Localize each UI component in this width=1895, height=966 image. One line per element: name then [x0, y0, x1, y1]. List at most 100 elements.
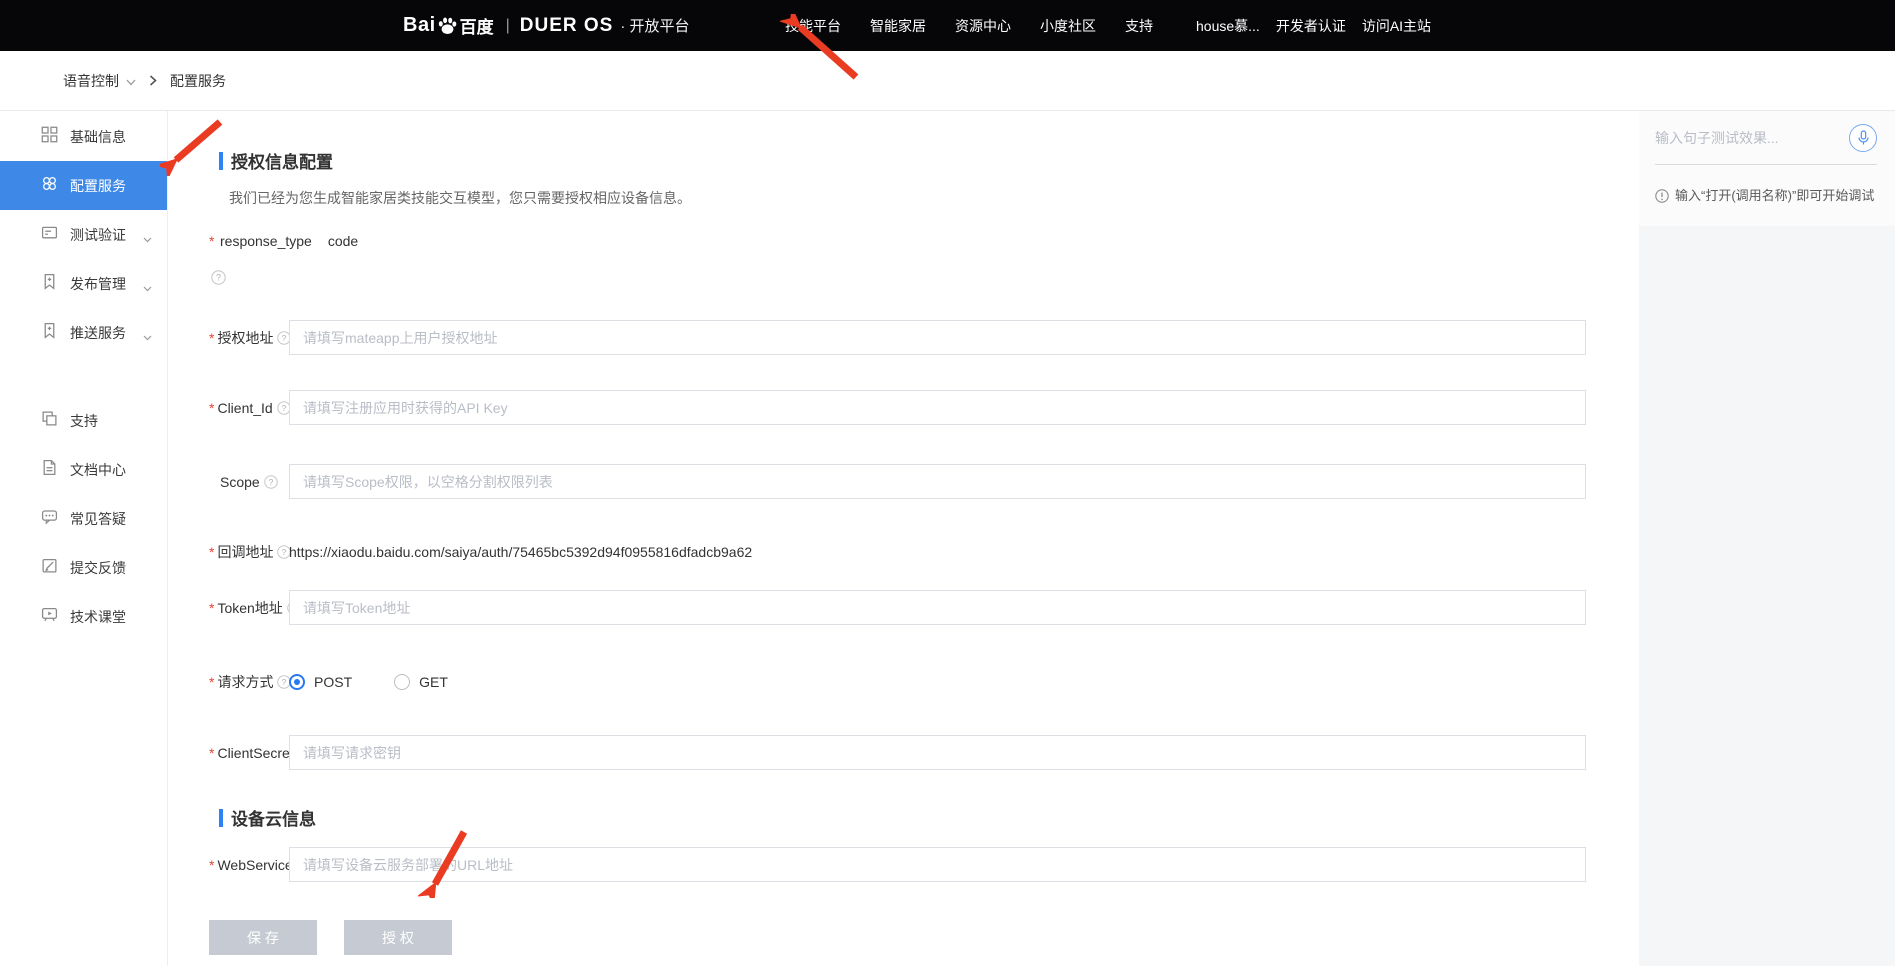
- top-nav-bar: Bai 百度 | DUER OS · 开放平台 技能平台 智能家居 资源中心 小…: [0, 0, 1895, 51]
- required-marker: *: [209, 330, 214, 346]
- test-panel-top: 输入“打开(调用名称)”即可开始调试: [1639, 111, 1895, 226]
- required-marker: *: [209, 745, 214, 761]
- sidebar-item-label: 发布管理: [70, 274, 126, 294]
- nav-item-support[interactable]: 支持: [1125, 16, 1153, 36]
- top-nav-user-area: house慕... 开发者认证 访问AI主站: [1196, 0, 1431, 51]
- brand-divider: |: [506, 17, 510, 35]
- bookmark-plus-icon: [41, 273, 58, 295]
- svg-text:?: ?: [216, 273, 221, 283]
- token-url-input[interactable]: [289, 590, 1586, 625]
- baidu-paw-icon: [437, 16, 458, 36]
- radio-label: POST: [314, 674, 352, 690]
- svg-text:?: ?: [282, 547, 287, 557]
- baidu-logo-cn: 百度: [460, 13, 494, 38]
- info-icon: [1655, 189, 1669, 208]
- form-row-callback-url: * 回调地址 ? https://xiaodu.baidu.com/saiya/…: [209, 542, 1639, 562]
- clover-icon: [41, 175, 58, 197]
- form-row-webservice: * WebService ?: [209, 847, 1639, 882]
- test-panel-hint: 输入“打开(调用名称)”即可开始调试: [1655, 188, 1877, 208]
- breadcrumb-separator-icon: [149, 75, 157, 86]
- visit-ai-site-link[interactable]: 访问AI主站: [1362, 16, 1431, 36]
- form-row-auth-url: * 授权地址 ?: [209, 320, 1639, 355]
- form-row-token-url: * Token地址 ?: [209, 590, 1639, 625]
- form-row-client-secret: * ClientSecret ?: [209, 735, 1639, 770]
- sidebar: 基础信息 配置服务 测试验证 发布管理 推送服务: [0, 111, 168, 966]
- radio-get[interactable]: GET: [394, 674, 448, 690]
- radio-unselected-icon: [394, 674, 410, 690]
- required-marker: *: [209, 857, 214, 873]
- svg-text:?: ?: [282, 332, 287, 342]
- section-header-auth: 授权信息配置: [209, 148, 1639, 173]
- bookmark-plus-icon: [41, 322, 58, 344]
- form-row-scope: Scope ?: [209, 464, 1639, 499]
- client-id-input[interactable]: [289, 390, 1586, 425]
- sidebar-item-label: 基础信息: [70, 127, 126, 147]
- developer-cert-link[interactable]: 开发者认证: [1276, 16, 1346, 36]
- sidebar-item-publish-manage[interactable]: 发布管理: [0, 259, 167, 308]
- svg-text:?: ?: [282, 677, 287, 687]
- response-type-help[interactable]: ?: [211, 270, 1639, 290]
- sidebar-item-test-verify[interactable]: 测试验证: [0, 210, 167, 259]
- test-panel: 输入“打开(调用名称)”即可开始调试: [1639, 111, 1895, 966]
- svg-text:?: ?: [268, 476, 273, 486]
- presentation-icon: [41, 606, 58, 628]
- callback-url-value: https://xiaodu.baidu.com/saiya/auth/7546…: [289, 544, 752, 560]
- sidebar-group-gap: [0, 357, 167, 396]
- radio-selected-icon: [289, 674, 305, 690]
- section-header-device-cloud: 设备云信息: [209, 805, 1639, 830]
- field-label: 回调地址: [217, 542, 273, 562]
- chevron-down-icon[interactable]: [126, 73, 136, 91]
- sidebar-item-label: 测试验证: [70, 225, 126, 245]
- sidebar-item-basic-info[interactable]: 基础信息: [0, 112, 167, 161]
- document-icon: [41, 459, 58, 481]
- test-hint-text: 输入“打开(调用名称)”即可开始调试: [1675, 188, 1874, 204]
- nav-item-skill-platform[interactable]: 技能平台: [785, 16, 841, 36]
- username[interactable]: house慕...: [1196, 16, 1260, 36]
- sidebar-item-label: 提交反馈: [70, 558, 126, 578]
- request-method-radio-group: POST GET: [289, 674, 448, 690]
- section-accent-bar: [219, 152, 223, 170]
- nav-item-smart-home[interactable]: 智能家居: [870, 16, 926, 36]
- sidebar-item-feedback[interactable]: 提交反馈: [0, 543, 167, 592]
- field-label: ClientSecret: [217, 745, 293, 761]
- required-marker: *: [209, 600, 214, 616]
- sidebar-item-support[interactable]: 支持: [0, 396, 167, 445]
- client-secret-input[interactable]: [289, 735, 1586, 770]
- form-buttons: 保 存 授 权: [209, 920, 1639, 955]
- authorize-button[interactable]: 授 权: [344, 920, 452, 955]
- sidebar-item-config-service[interactable]: 配置服务: [0, 161, 167, 210]
- sidebar-item-label: 常见答疑: [70, 509, 126, 529]
- sidebar-item-push-service[interactable]: 推送服务: [0, 308, 167, 357]
- microphone-button[interactable]: [1849, 124, 1877, 152]
- radio-post[interactable]: POST: [289, 674, 352, 690]
- scope-input[interactable]: [289, 464, 1586, 499]
- webservice-input[interactable]: [289, 847, 1586, 882]
- open-platform-label: · 开放平台: [620, 15, 689, 36]
- card-icon: [41, 224, 58, 246]
- edit-icon: [41, 557, 58, 579]
- sidebar-item-faq[interactable]: 常见答疑: [0, 494, 167, 543]
- test-sentence-input[interactable]: [1655, 130, 1830, 146]
- field-label: response_type: [220, 233, 312, 249]
- response-type-value: code: [328, 233, 358, 249]
- field-label: Client_Id: [217, 400, 272, 416]
- form-row-response-type: * response_type code: [209, 233, 1639, 249]
- sidebar-item-label: 推送服务: [70, 323, 126, 343]
- sidebar-item-doc-center[interactable]: 文档中心: [0, 445, 167, 494]
- baidu-logo-text: Bai: [403, 14, 436, 37]
- form-row-client-id: * Client_Id ?: [209, 390, 1639, 425]
- breadcrumb-parent[interactable]: 语音控制: [63, 71, 119, 91]
- help-icon[interactable]: ?: [264, 475, 278, 489]
- breadcrumb: 语音控制 配置服务: [0, 51, 1895, 111]
- nav-item-resource-center[interactable]: 资源中心: [955, 16, 1011, 36]
- save-button[interactable]: 保 存: [209, 920, 317, 955]
- sidebar-item-tech-class[interactable]: 技术课堂: [0, 592, 167, 641]
- sidebar-item-label: 配置服务: [70, 176, 126, 196]
- test-panel-divider: [1655, 164, 1877, 165]
- field-label: Token地址: [217, 598, 282, 618]
- brand-logo[interactable]: Bai 百度 | DUER OS · 开放平台: [403, 0, 690, 51]
- svg-text:?: ?: [281, 402, 286, 412]
- nav-item-xiaodu-community[interactable]: 小度社区: [1040, 16, 1096, 36]
- auth-url-input[interactable]: [289, 320, 1586, 355]
- required-marker: *: [209, 233, 217, 249]
